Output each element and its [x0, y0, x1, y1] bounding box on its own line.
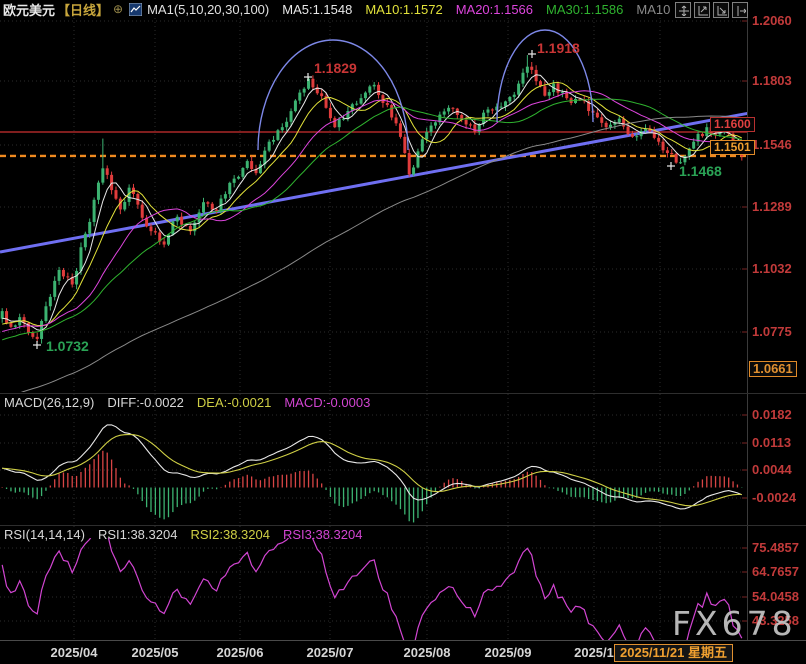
circle-plus-icon[interactable]: ⊕: [113, 2, 123, 16]
price-annotation: 1.1918: [537, 40, 580, 56]
rsi-line: [2, 523, 742, 664]
price-axis-label-boxed: 1.0661: [749, 361, 797, 377]
ma-legend: MA5:1.1548 MA10:1.1572 MA20:1.1566 MA30:1.1…: [269, 2, 670, 17]
ma-line-5: [2, 75, 742, 331]
price-annotation: 1.1829: [314, 60, 357, 76]
price-annotation: 1.0732: [46, 338, 89, 354]
time-axis-label: 2025/06: [208, 646, 272, 660]
ma-legend-item: MA20:1.1566: [456, 2, 533, 17]
macd-axis-label: 0.0044: [752, 463, 792, 477]
macd-title-part: MACD(26,12,9): [4, 395, 94, 410]
time-axis-label: 2025/07: [298, 646, 362, 660]
rsi-axis-label: 64.7657: [752, 565, 799, 579]
chart-toolbar: [675, 2, 748, 18]
ma-legend-item: MA30:1.1586: [546, 2, 623, 17]
rsi-axis-label: 54.0458: [752, 590, 799, 604]
price-axis-label: 1.1032: [752, 262, 792, 276]
rsi-title-part: RSI1:38.3204: [98, 527, 178, 542]
price-axis-label: 1.1546: [752, 138, 792, 152]
rsi-header: RSI(14,14,14) RSI1:38.3204 RSI2:38.3204 RSI…: [4, 527, 375, 542]
time-axis-label: 2025/09: [476, 646, 540, 660]
move-icon[interactable]: [675, 2, 691, 18]
grid: [0, 18, 747, 640]
rsi-axis-label: 75.4857: [752, 541, 799, 555]
ma-line-10: [2, 83, 742, 326]
time-axis-label: 2025/05: [123, 646, 187, 660]
time-axis-label: 2025/08: [395, 646, 459, 660]
price-axis-label: 1.0775: [752, 325, 792, 339]
macd-axis-label: 0.0113: [752, 436, 791, 450]
ma-legend-item: MA10:1.1572: [365, 2, 442, 17]
chart-canvas[interactable]: [0, 0, 806, 664]
symbol-title: 欧元美元: [3, 0, 55, 19]
chart-header: 欧元美元 【日线】 ⊕ MA1(5,10,20,30,100) MA5:1.15…: [0, 0, 806, 18]
macd-title-part: DIFF:-0.0022: [107, 395, 184, 410]
macd-axis-label: 0.0182: [752, 408, 792, 422]
macd-title-part: DEA:-0.0021: [197, 395, 271, 410]
price-axis-label: 1.1803: [752, 74, 792, 88]
time-axis-label: 2025/04: [42, 646, 106, 660]
macd-panel[interactable]: [2, 425, 742, 523]
scale-horizontal-icon[interactable]: [713, 2, 729, 18]
price-tag-current-price: 1.1501: [710, 140, 755, 155]
ma-legend-item: MA5:1.1548: [282, 2, 352, 17]
period-label[interactable]: 【日线】: [57, 0, 109, 19]
rsi-title-part: RSI2:38.3204: [190, 527, 270, 542]
rsi-panel[interactable]: [2, 523, 742, 664]
pan-right-icon[interactable]: [732, 2, 748, 18]
scale-vertical-icon[interactable]: [694, 2, 710, 18]
macd-axis-label: -0.0024: [752, 491, 796, 505]
price-annotation: 1.1468: [679, 163, 722, 179]
rsi-title-part: RSI3:38.3204: [283, 527, 363, 542]
ma-legend-item: MA10: [636, 2, 670, 17]
top-pattern-arc: [258, 40, 408, 150]
price-axis-label: 1.1289: [752, 200, 792, 214]
ma-settings-label[interactable]: MA1(5,10,20,30,100): [147, 2, 269, 17]
price-tag-resistance: 1.1600: [710, 117, 755, 132]
chart-window: 欧元美元 【日线】 ⊕ MA1(5,10,20,30,100) MA5:1.15…: [0, 0, 806, 664]
macd-title-part: MACD:-0.0003: [284, 395, 370, 410]
watermark: FX678: [672, 604, 797, 643]
main-price-panel[interactable]: [0, 30, 755, 399]
macd-header: MACD(26,12,9) DIFF:-0.0022 DEA:-0.0021 MACD…: [4, 395, 383, 410]
chart-type-icon[interactable]: [129, 3, 142, 16]
current-date-badge: 2025/11/21 星期五: [614, 644, 733, 662]
rsi-title-part: RSI(14,14,14): [4, 527, 85, 542]
